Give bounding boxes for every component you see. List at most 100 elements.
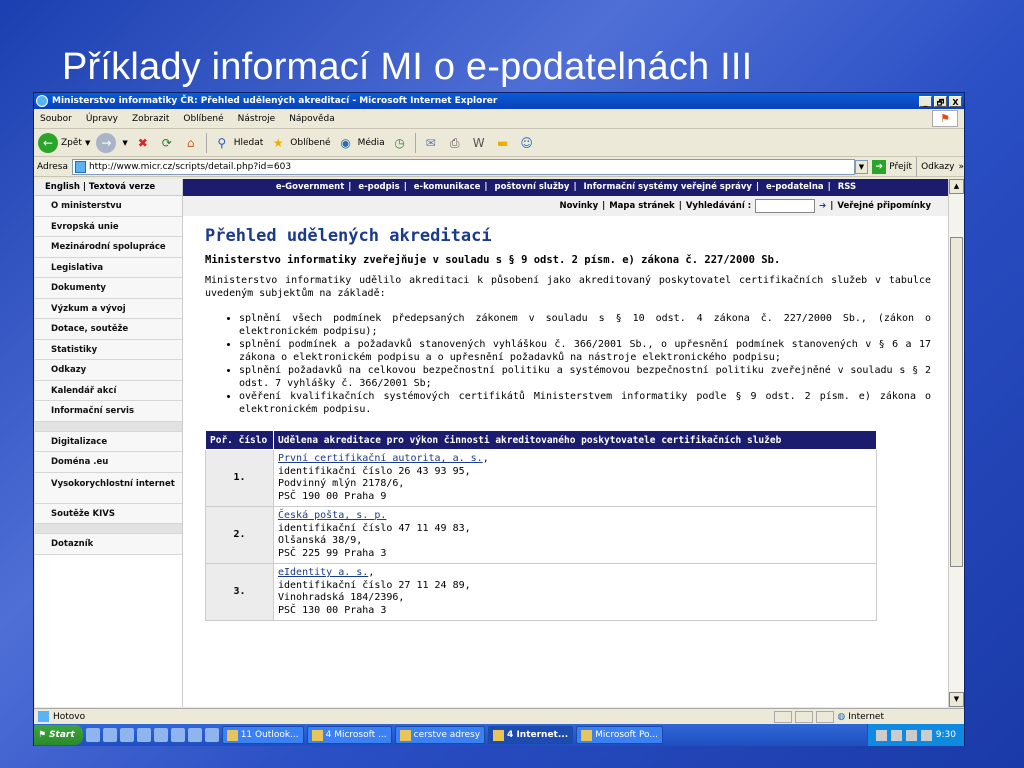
clock[interactable]: 9:30 — [936, 730, 956, 740]
menu-tools[interactable]: Nástroje — [238, 114, 276, 124]
tray-icon[interactable] — [905, 729, 917, 741]
sidebar-item-grants[interactable]: Dotace, soutěže — [35, 319, 182, 340]
edit-icon[interactable]: W — [470, 134, 488, 152]
back-arrow-icon: ← — [38, 132, 58, 153]
menu-favorites[interactable]: Oblíbené — [183, 114, 223, 124]
sitemap-link[interactable]: Mapa stránek — [609, 201, 675, 211]
tray-icon[interactable] — [890, 729, 902, 741]
address-label: Adresa — [37, 161, 68, 172]
sidebar-item-links[interactable]: Odkazy — [35, 360, 182, 381]
links-button[interactable]: Odkazy — [921, 162, 954, 172]
topnav-postal[interactable]: poštovní služby — [490, 182, 573, 192]
address-input[interactable]: http://www.micr.cz/scripts/detail.php?id… — [71, 158, 855, 175]
task-ie[interactable]: 4 Internet... — [488, 726, 574, 744]
back-button[interactable]: ← Zpět ▼ — [38, 132, 91, 153]
quicklaunch-desktop-icon[interactable] — [153, 728, 168, 742]
folder-icon[interactable]: ▬ — [494, 134, 512, 152]
quicklaunch-word-icon[interactable] — [170, 728, 185, 742]
topnav-rss[interactable]: RSS — [834, 182, 860, 192]
history-icon[interactable]: ◷ — [391, 134, 409, 152]
sidebar-item-info-service[interactable]: Informační servis — [35, 401, 182, 422]
accreditation-table: Poř. číslo Udělena akreditace pro výkon … — [205, 430, 877, 621]
minimize-button[interactable]: _ — [919, 95, 932, 107]
mail-icon[interactable]: ✉ — [422, 134, 440, 152]
scroll-up-icon[interactable]: ▲ — [949, 179, 964, 194]
vertical-scrollbar[interactable]: ▲ ▼ — [948, 179, 964, 707]
sidebar-item-domain-eu[interactable]: Doména .eu — [35, 452, 182, 473]
sidebar-item-questionnaire[interactable]: Dotazník — [35, 534, 182, 555]
browser-window: Ministerstvo informatiky ČR: Přehled udě… — [33, 92, 965, 746]
messenger-icon[interactable]: ☺ — [518, 134, 536, 152]
home-icon[interactable]: ⌂ — [182, 134, 200, 152]
topnav-isvs[interactable]: Informační systémy veřejné správy — [580, 182, 756, 192]
scroll-thumb[interactable] — [950, 237, 963, 567]
scroll-down-icon[interactable]: ▼ — [949, 692, 964, 707]
topnav-epodpis[interactable]: e-podpis — [354, 182, 403, 192]
topnav-ekomunikace[interactable]: e-komunikace — [410, 182, 485, 192]
search-button[interactable]: ⚲ Hledat — [213, 134, 263, 152]
address-dropdown[interactable]: ▼ — [854, 159, 869, 174]
window-titlebar[interactable]: Ministerstvo informatiky ČR: Přehled udě… — [34, 93, 964, 109]
restore-button[interactable]: 🗗 — [934, 95, 947, 107]
forward-button[interactable]: → — [96, 132, 117, 153]
provider-street: Vinohradská 184/2396, — [278, 592, 405, 603]
sidebar-item-documents[interactable]: Dokumenty — [35, 278, 182, 299]
address-divider — [916, 156, 918, 177]
sidebar-item-legislation[interactable]: Legislativa — [35, 257, 182, 278]
quicklaunch-media-icon[interactable] — [119, 728, 134, 742]
search-go-icon[interactable]: ➔ — [819, 201, 826, 211]
system-tray: 9:30 — [866, 724, 964, 746]
sidebar-item-ministry[interactable]: O ministerstvu — [35, 196, 182, 217]
address-url: http://www.micr.cz/scripts/detail.php?id… — [88, 161, 292, 172]
tray-icon[interactable] — [875, 729, 887, 741]
menu-view[interactable]: Zobrazit — [132, 114, 169, 124]
close-button[interactable]: X — [949, 95, 962, 107]
provider-id: identifikační číslo 27 11 24 89, — [278, 579, 471, 591]
sidebar-item-eu[interactable]: Evropská unie — [35, 216, 182, 237]
sidebar-item-kivs[interactable]: Soutěže KIVS — [35, 503, 182, 524]
media-button[interactable]: ◉ Média — [337, 134, 384, 152]
provider-id: identifikační číslo 26 43 93 95, — [278, 465, 471, 477]
refresh-icon[interactable]: ⟳ — [158, 134, 176, 152]
provider-comma: , — [482, 453, 489, 464]
sidebar-item-digitalization[interactable]: Digitalizace — [35, 431, 182, 452]
go-label: Přejít — [889, 161, 913, 172]
provider-link[interactable]: První certifikační autorita, a. s. — [278, 453, 483, 464]
start-button[interactable]: ⚑ Start — [34, 725, 83, 745]
provider-comma: , — [368, 567, 375, 578]
language-bar[interactable]: English | Textová verze — [35, 179, 182, 196]
menu-help[interactable]: Nápověda — [289, 114, 335, 124]
quicklaunch-folder-icon[interactable] — [85, 728, 100, 742]
quicklaunch-outlook-icon[interactable] — [136, 728, 151, 742]
stop-icon[interactable]: ✖ — [134, 134, 152, 152]
quicklaunch-excel-icon[interactable] — [187, 728, 202, 742]
sidebar-item-statistics[interactable]: Statistiky — [35, 339, 182, 360]
provider-city: PSČ 225 99 Praha 3 — [278, 547, 387, 559]
task-outlook[interactable]: 11 Outlook... — [221, 726, 304, 744]
quicklaunch-ie-icon[interactable] — [102, 728, 117, 742]
comments-link[interactable]: Veřejné připomínky — [837, 201, 931, 211]
favorites-button[interactable]: ★ Oblíbené — [269, 134, 331, 152]
tray-icon[interactable] — [920, 729, 932, 741]
task-word[interactable]: 4 Microsoft ... — [306, 726, 392, 744]
sidebar-item-broadband[interactable]: Vysokorychlostní internet — [35, 472, 182, 504]
table-row: 1. První certifikační autorita, a. s., i… — [205, 449, 877, 507]
topnav-egovernment[interactable]: e-Government — [272, 182, 348, 192]
provider-link[interactable]: eIdentity a. s. — [278, 567, 368, 578]
menu-edit[interactable]: Úpravy — [86, 114, 118, 124]
task-label: 11 Outlook... — [240, 730, 299, 740]
task-powerpoint[interactable]: Microsoft Po... — [576, 726, 663, 744]
print-icon[interactable]: ⎙ — [446, 134, 464, 152]
chevron-down-icon: ▼ — [84, 138, 91, 147]
task-folder[interactable]: cerstve adresy — [394, 726, 486, 744]
sidebar-item-international[interactable]: Mezinárodní spolupráce — [35, 237, 182, 258]
quicklaunch-powerpoint-icon[interactable] — [204, 728, 219, 742]
topnav-epodatelna[interactable]: e-podatelna — [762, 182, 828, 192]
provider-link[interactable]: Česká pošta, s. p. — [278, 510, 386, 521]
sidebar-item-research[interactable]: Výzkum a vývoj — [35, 298, 182, 319]
go-button[interactable]: ➔ Přejít — [872, 159, 913, 174]
news-link[interactable]: Novinky — [559, 201, 598, 211]
menu-file[interactable]: Soubor — [40, 114, 72, 124]
sidebar-item-calendar[interactable]: Kalendář akcí — [35, 380, 182, 401]
search-input[interactable] — [755, 199, 816, 213]
